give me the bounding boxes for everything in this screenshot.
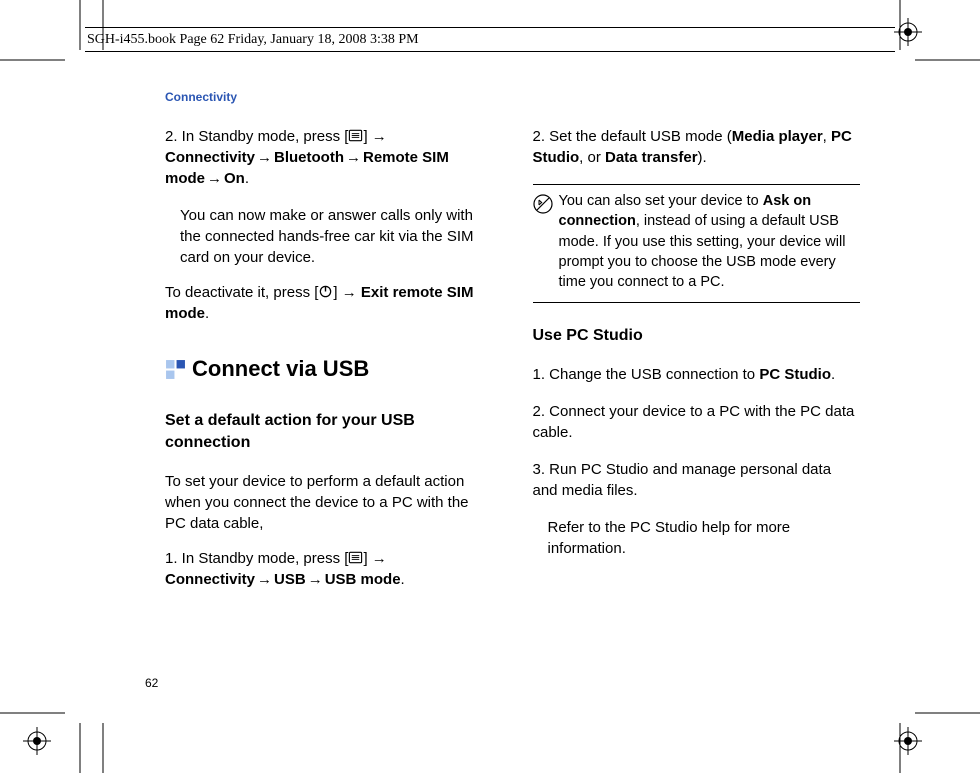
print-header-text: SGH-i455.book Page 62 Friday, January 18… (87, 32, 419, 48)
registration-icon (23, 727, 51, 755)
deactivate-para: To deactivate it, press [] → Exit remote… (165, 282, 493, 324)
power-icon (318, 284, 333, 299)
subheading-pc-studio: Use PC Studio (533, 325, 861, 347)
intro-para: To set your device to perform a default … (165, 471, 493, 534)
column-left: 2. In Standby mode, press [] → Connectiv… (165, 126, 493, 606)
menu-icon (348, 550, 363, 565)
pcstudio-refer: Refer to the PC Studio help for more inf… (533, 517, 861, 559)
page-number: 62 (145, 676, 158, 690)
note-text: You can also set your device to Ask on c… (559, 191, 861, 292)
pcstudio-step-3: 3. Run PC Studio and manage personal dat… (533, 459, 861, 501)
subheading-default-action: Set a default action for your USB connec… (165, 410, 493, 455)
step-1-usb-mode: 1. In Standby mode, press [] → Connectiv… (165, 548, 493, 590)
print-header: SGH-i455.book Page 62 Friday, January 18… (85, 27, 895, 52)
step-2-note: You can now make or answer calls only wi… (165, 205, 493, 268)
pcstudio-step-2: 2. Connect your device to a PC with the … (533, 401, 861, 443)
registration-icon (894, 727, 922, 755)
step-2-remote-sim: 2. In Standby mode, press [] → Connectiv… (165, 126, 493, 189)
page-body: Connectivity 2. In Standby mode, press [… (80, 60, 900, 720)
column-right: 2. Set the default USB mode (Media playe… (533, 126, 861, 606)
note-icon (533, 194, 553, 214)
step-2-default-usb: 2. Set the default USB mode (Media playe… (533, 126, 861, 168)
menu-icon (348, 128, 363, 143)
registration-icon (894, 18, 922, 46)
section-header: Connectivity (165, 90, 860, 104)
heading-connect-usb: Connect via USB (165, 354, 493, 385)
note-ask-on-connection: You can also set your device to Ask on c… (533, 184, 861, 303)
pcstudio-step-1: 1. Change the USB connection to PC Studi… (533, 364, 861, 385)
heading-bullet-icon (165, 359, 186, 380)
